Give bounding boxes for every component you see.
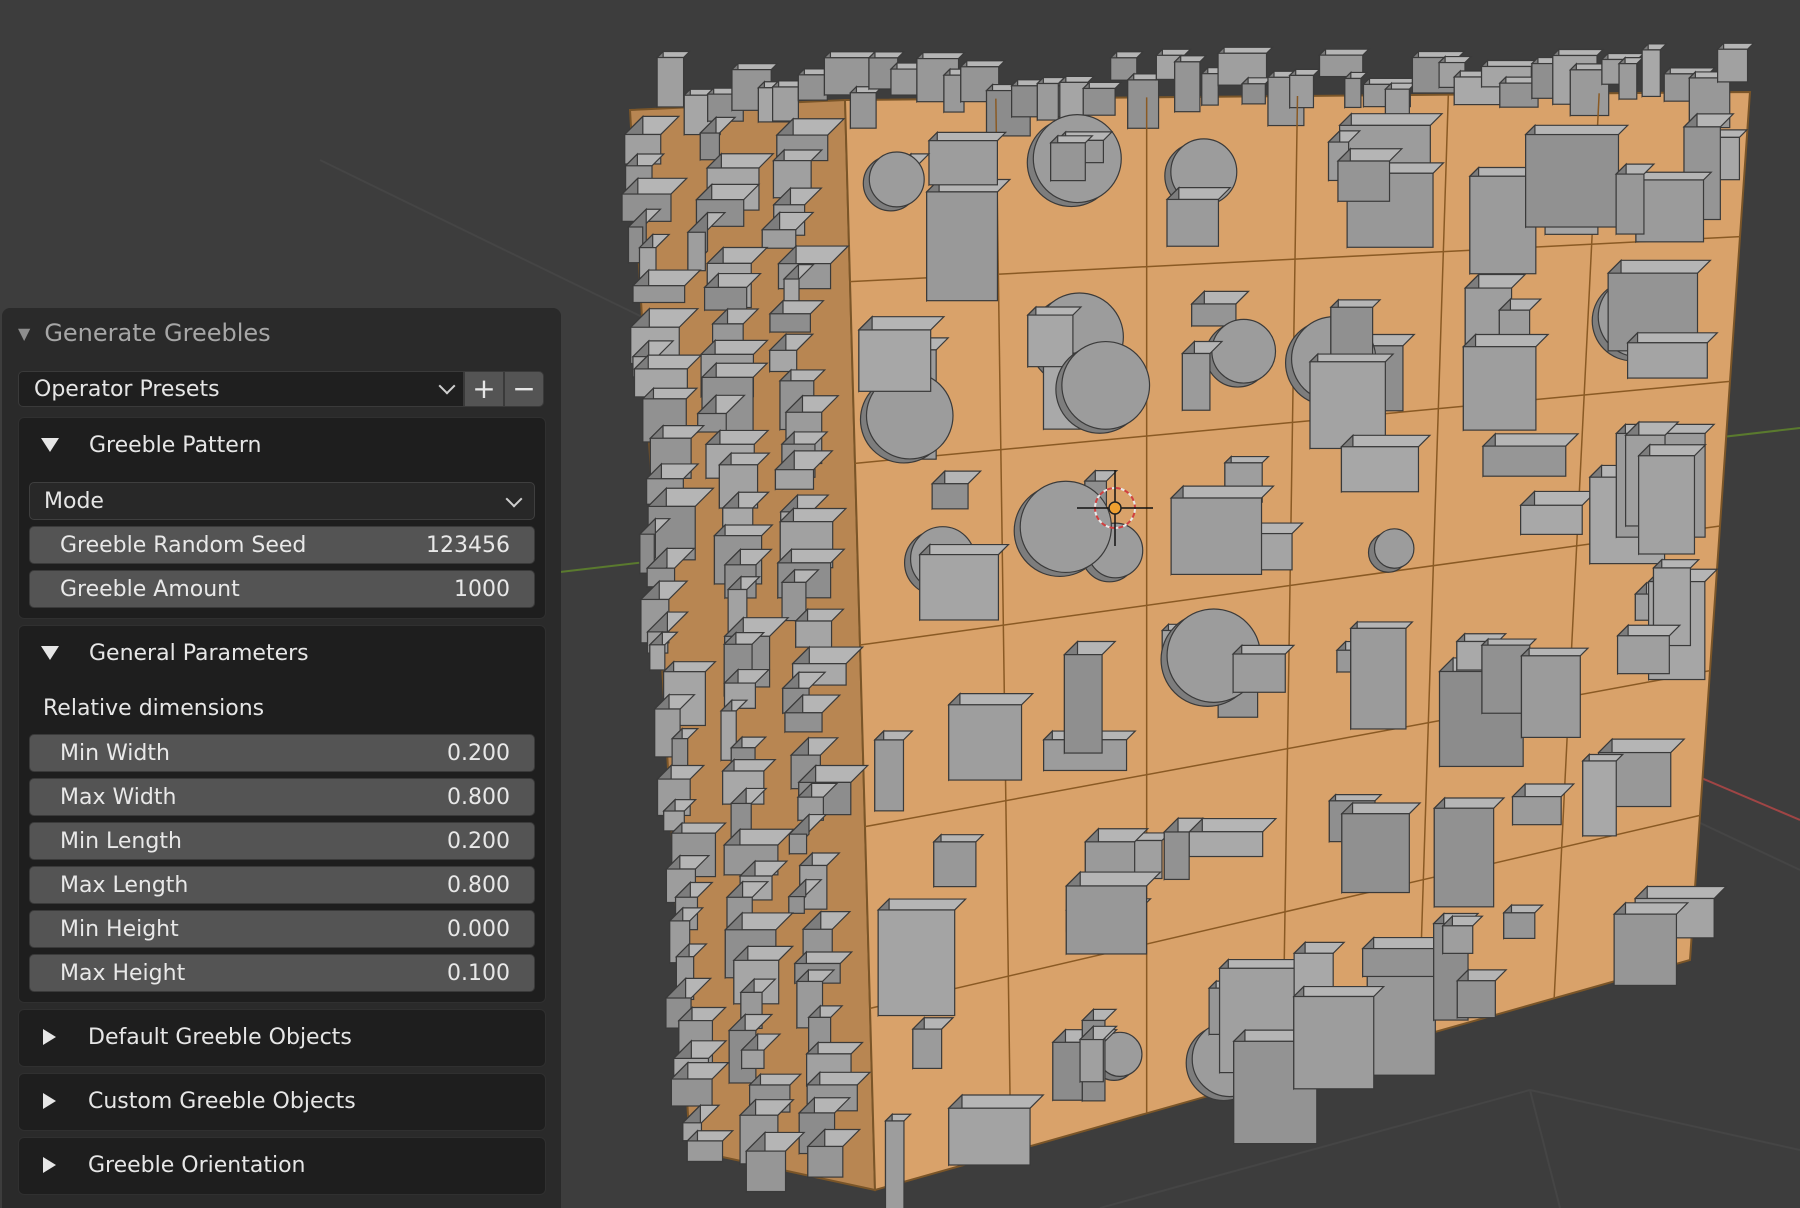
operator-panel: ▼ Generate Greebles Operator Presets + −… [2, 308, 561, 1208]
greeble-amount-field[interactable]: Greeble Amount 1000 [29, 570, 535, 608]
field-label: Max Height [60, 960, 186, 986]
greeble-orientation-header[interactable]: Greeble Orientation [19, 1138, 545, 1192]
greeble-random-seed-field[interactable]: Greeble Random Seed 123456 [29, 526, 535, 564]
greeble-block [1064, 870, 1162, 956]
greeble-block [1634, 170, 1713, 244]
field-value: 123456 [426, 532, 510, 558]
field-value: 0.100 [447, 960, 510, 986]
section-title: Default Greeble Objects [88, 1024, 352, 1050]
operator-presets-dropdown[interactable]: Operator Presets [18, 371, 464, 407]
field-label: Greeble Random Seed [60, 532, 307, 558]
field-label: Min Width [60, 740, 170, 766]
greeble-block [925, 178, 1012, 303]
greeble-block [1169, 484, 1275, 576]
greeble-block [927, 130, 1008, 187]
max-width-field[interactable]: Max Width 0.800 [29, 778, 535, 816]
field-value: 0.200 [447, 828, 510, 854]
field-value: 0.800 [447, 784, 510, 810]
expand-triangle-icon [41, 438, 59, 452]
panel-title: Generate Greebles [44, 319, 271, 347]
greeble-block [1340, 801, 1422, 894]
remove-preset-button[interactable]: − [504, 371, 544, 407]
greeble-block [1612, 901, 1690, 987]
field-label: Max Length [60, 872, 189, 898]
greeble-block [1081, 80, 1123, 117]
min-length-field[interactable]: Min Length 0.200 [29, 822, 535, 860]
panel-header[interactable]: ▼ Generate Greebles [2, 308, 561, 358]
greeble-block [1481, 432, 1580, 478]
greeble-block [1292, 985, 1386, 1091]
greeble-block [1581, 753, 1625, 838]
section-title: Custom Greeble Objects [88, 1088, 356, 1114]
expand-triangle-icon [41, 646, 59, 660]
mode-label: Mode [44, 488, 104, 514]
greeble-block [1520, 646, 1590, 739]
greeble-block [947, 1093, 1045, 1167]
general-parameters-section: General Parameters Relative dimensions M… [18, 625, 546, 1003]
greeble-block [1365, 965, 1445, 1077]
section-title: Greeble Orientation [88, 1152, 306, 1178]
field-value: 0.800 [447, 872, 510, 898]
field-value: 0.200 [447, 740, 510, 766]
origin-point [1108, 501, 1122, 515]
field-label: Greeble Amount [60, 576, 240, 602]
greeble-block [1716, 41, 1755, 84]
field-value: 1000 [454, 576, 510, 602]
greeble-block [932, 833, 985, 889]
greeble-pattern-section: Greeble Pattern Mode Greeble Random Seed… [18, 417, 546, 619]
custom-greeble-objects-section[interactable]: Custom Greeble Objects [18, 1073, 546, 1131]
general-parameters-header[interactable]: General Parameters [19, 626, 545, 680]
collapsed-triangle-icon [43, 1157, 56, 1173]
greeble-block [1340, 433, 1432, 494]
greeble-block [1640, 42, 1668, 98]
mode-dropdown[interactable]: Mode [29, 482, 535, 520]
field-label: Max Width [60, 784, 177, 810]
field-label: Min Length [60, 828, 182, 854]
min-height-field[interactable]: Min Height 0.000 [29, 910, 535, 948]
greeble-block [1626, 331, 1719, 380]
greeble-block [1461, 333, 1550, 432]
default-greeble-objects-section[interactable]: Default Greeble Objects [18, 1009, 546, 1067]
greeble-block [876, 897, 968, 1017]
chevron-down-icon [438, 377, 456, 395]
section-title: General Parameters [89, 640, 309, 666]
greeble-orientation-section[interactable]: Greeble Orientation [18, 1137, 546, 1195]
greeble-pattern-header[interactable]: Greeble Pattern [19, 418, 545, 472]
section-title: Greeble Pattern [89, 432, 262, 458]
chevron-down-icon [505, 490, 523, 508]
greeble-block [857, 315, 946, 393]
max-height-field[interactable]: Max Height 0.100 [29, 954, 535, 992]
field-value: 0.000 [447, 916, 510, 942]
add-preset-button[interactable]: + [464, 371, 504, 407]
greeble-block [947, 692, 1035, 782]
greeble-block [918, 543, 1010, 622]
greeble-block [1187, 817, 1278, 858]
collapsed-triangle-icon [43, 1029, 56, 1045]
greeble-block [1308, 352, 1395, 450]
greeble-block [1524, 123, 1630, 229]
collapse-triangle-icon[interactable]: ▼ [18, 324, 30, 343]
greeble-block [1349, 620, 1414, 731]
default-greeble-objects-header[interactable]: Default Greeble Objects [19, 1010, 545, 1064]
relative-dimensions-label: Relative dimensions [43, 696, 265, 721]
collapsed-triangle-icon [43, 1093, 56, 1109]
greeble-block [1432, 796, 1506, 909]
custom-greeble-objects-header[interactable]: Custom Greeble Objects [19, 1074, 545, 1128]
operator-presets-row: Operator Presets + − [18, 371, 546, 407]
field-label: Min Height [60, 916, 179, 942]
min-width-field[interactable]: Min Width 0.200 [29, 734, 535, 772]
operator-presets-label: Operator Presets [34, 376, 220, 402]
greeble-block [1231, 643, 1296, 694]
max-length-field[interactable]: Max Length 0.800 [29, 866, 535, 904]
